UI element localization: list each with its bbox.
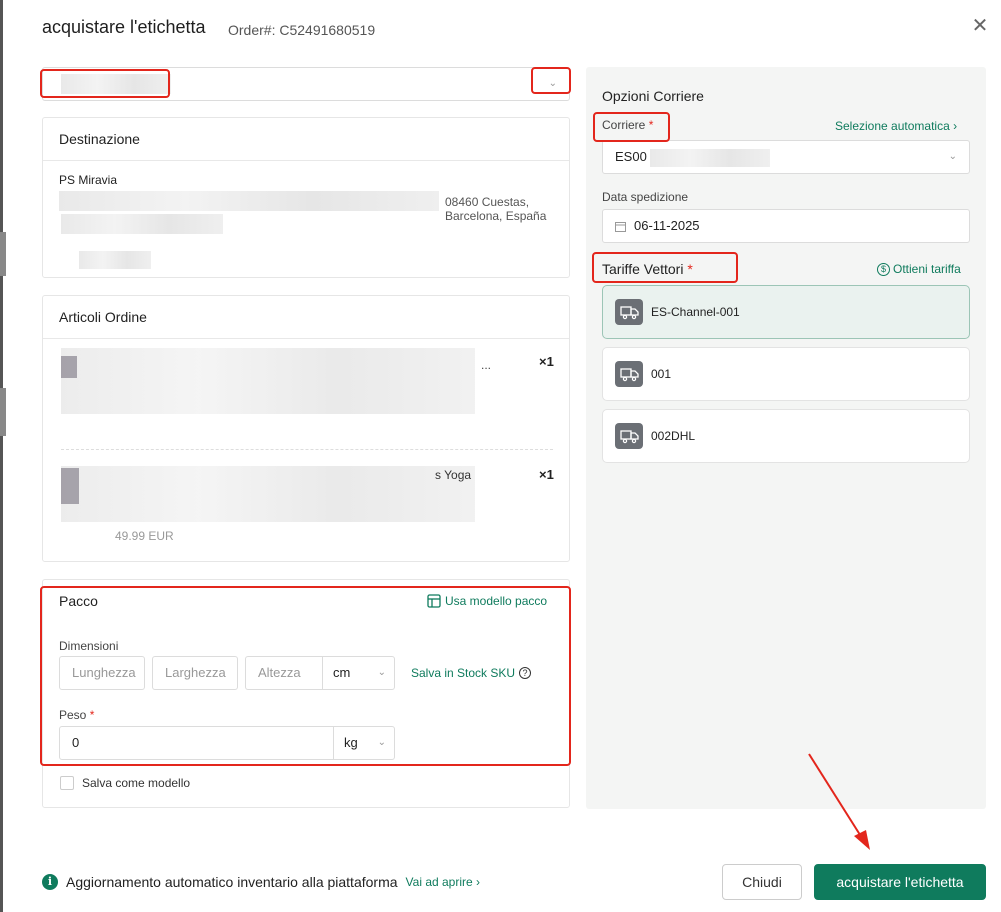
length-input[interactable]: Lunghezza: [59, 656, 145, 690]
rates-title: Tariffe Vettori *: [602, 261, 693, 277]
annotation-arrow: [808, 753, 870, 850]
auto-select-link[interactable]: Selezione automatica ›: [835, 119, 957, 133]
chevron-down-icon: ⌄: [377, 667, 386, 678]
use-template-link[interactable]: Usa modello pacco: [427, 594, 547, 608]
destination-card: Destinazione PS Miravia 08460 Cuestas, B…: [42, 117, 570, 278]
footer-info: i Aggiornamento automatico inventario al…: [42, 874, 480, 890]
help-icon[interactable]: ?: [519, 667, 532, 679]
destination-name: PS Miravia: [59, 173, 118, 187]
dimension-unit-value: cm: [333, 665, 351, 680]
chevron-down-icon[interactable]: ⌄: [549, 78, 557, 89]
save-template-checkbox[interactable]: [60, 776, 74, 790]
rate-label: ES-Channel-001: [651, 305, 740, 319]
truck-icon: [615, 361, 643, 387]
background-window-edge: [0, 0, 6, 912]
width-input[interactable]: Larghezza: [152, 656, 238, 690]
weight-label: Peso *: [59, 708, 95, 722]
weight-input[interactable]: 0: [59, 726, 335, 760]
redacted-value: [61, 74, 171, 94]
dimensions-label: Dimensioni: [59, 639, 119, 653]
chevron-right-icon: ›: [953, 119, 958, 133]
package-title: Pacco: [59, 593, 98, 609]
redacted-address: [61, 214, 223, 234]
dialog-title: acquistare l'etichetta: [42, 17, 206, 37]
redacted-product: [61, 466, 475, 522]
save-template-label: Salva come modello: [82, 776, 191, 790]
carrier-label: Corriere *: [602, 118, 654, 132]
carrier-select[interactable]: ES00 ⌄: [602, 140, 970, 174]
buy-label-button[interactable]: acquistare l'etichetta: [814, 864, 986, 900]
carrier-value: ES00: [615, 149, 647, 164]
product-title-fragment: ...: [481, 358, 492, 372]
product-thumbnail: [61, 356, 77, 378]
product-thumbnail: [61, 468, 79, 504]
order-number: Order#: C52491680519: [228, 22, 376, 38]
chevron-down-icon: ⌄: [377, 737, 386, 748]
dollar-icon: $: [877, 262, 890, 276]
ship-date-label: Data spedizione: [602, 190, 689, 204]
save-stock-sku-link[interactable]: Salva in Stock SKU ?: [411, 666, 532, 680]
use-template-label: Usa modello pacco: [445, 594, 548, 608]
ship-date-input[interactable]: 06-11-2025: [602, 209, 970, 243]
truck-icon: [615, 423, 643, 449]
close-button[interactable]: Chiudi: [722, 864, 802, 900]
dimension-unit-select[interactable]: cm ⌄: [322, 656, 395, 690]
info-icon: i: [42, 874, 58, 890]
package-card: Pacco Usa modello pacco Dimensioni Lungh…: [42, 579, 570, 808]
item-divider: [61, 449, 553, 450]
item-price: 49.99 EUR: [115, 529, 174, 543]
redacted-carrier: [650, 148, 771, 167]
destination-country: 08460 Cuestas, Barcelona, España: [445, 195, 547, 223]
ship-date-value: 06-11-2025: [634, 218, 700, 233]
redacted-address: [79, 251, 151, 269]
product-title-fragment: s Yoga: [435, 468, 472, 482]
close-icon[interactable]: ✕: [968, 14, 992, 38]
chevron-right-icon: ›: [476, 875, 481, 889]
rate-option[interactable]: 001: [602, 347, 970, 401]
item-quantity: ×1: [539, 354, 554, 369]
rate-label: 002DHL: [651, 429, 696, 443]
height-input[interactable]: Altezza: [245, 656, 323, 690]
footer-info-text: Aggiornamento automatico inventario alla…: [66, 874, 398, 890]
redacted-address: [59, 191, 439, 211]
weight-unit-value: kg: [344, 735, 358, 750]
redacted-product: [61, 348, 475, 414]
item-quantity: ×1: [539, 467, 554, 482]
articles-title: Articoli Ordine: [43, 296, 569, 339]
save-stock-sku-label: Salva in Stock SKU: [411, 666, 516, 680]
get-rate-link[interactable]: $ Ottieni tariffa: [877, 262, 961, 276]
destination-title: Destinazione: [43, 118, 569, 161]
get-rate-label: Ottieni tariffa: [893, 262, 961, 276]
calendar-icon: [615, 221, 626, 232]
weight-unit-select[interactable]: kg ⌄: [333, 726, 395, 760]
address-select[interactable]: ⌄: [42, 67, 570, 101]
carrier-options-title: Opzioni Corriere: [602, 88, 704, 104]
truck-icon: [615, 299, 643, 325]
rate-option[interactable]: ES-Channel-001: [602, 285, 970, 339]
go-open-link[interactable]: Vai ad aprire ›: [406, 875, 481, 889]
rate-label: 001: [651, 367, 672, 381]
articles-card: Articoli Ordine ... ×1 s Yoga ×1 49.99 E…: [42, 295, 570, 562]
rate-option[interactable]: 002DHL: [602, 409, 970, 463]
template-icon: [427, 594, 441, 608]
chevron-down-icon: ⌄: [948, 151, 957, 162]
carrier-options-panel: Opzioni Corriere Corriere * Selezione au…: [586, 67, 986, 809]
